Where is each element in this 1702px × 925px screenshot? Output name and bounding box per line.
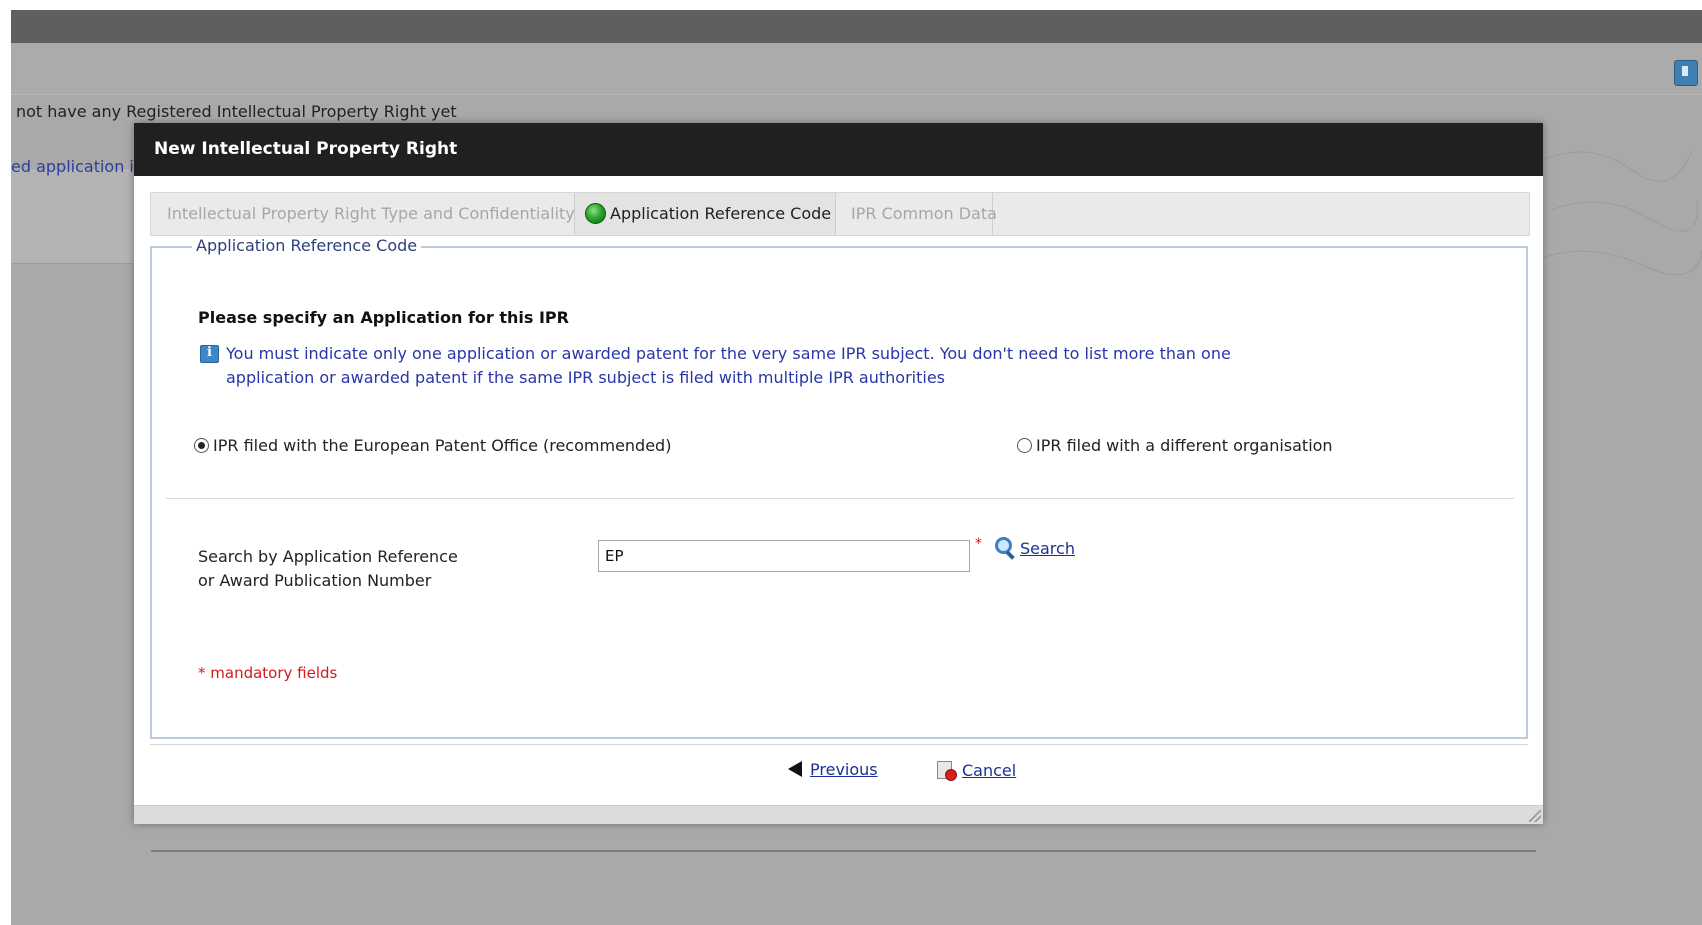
application-reference-fieldset: Application Reference Code Please specif… — [150, 236, 1528, 739]
tab-label: Intellectual Property Right Type and Con… — [167, 204, 575, 223]
search-button[interactable]: Search — [994, 536, 1075, 558]
radio-other-organisation-button[interactable] — [1017, 438, 1032, 453]
background-toolbar-strip — [11, 44, 1702, 95]
radio-other-organisation-label: IPR filed with a different organisation — [1036, 436, 1333, 455]
search-label-line1: Search by Application Reference — [198, 547, 458, 566]
new-ipr-dialog: New Intellectual Property Right Intellec… — [134, 123, 1543, 824]
search-field-label: Search by Application Reference or Award… — [198, 545, 458, 593]
previous-label: Previous — [810, 760, 878, 779]
export-icon[interactable] — [1674, 60, 1698, 86]
tab-ipr-common-data[interactable]: IPR Common Data — [839, 193, 997, 235]
cancel-label: Cancel — [962, 761, 1017, 780]
previous-button[interactable]: Previous — [788, 760, 878, 779]
background-divider — [151, 850, 1536, 852]
search-icon — [994, 536, 1016, 558]
background-sketch — [1536, 149, 1702, 276]
search-label-line2: or Award Publication Number — [198, 571, 432, 590]
cancel-button[interactable]: Cancel — [936, 760, 1017, 781]
resize-grip-icon[interactable] — [1529, 810, 1541, 822]
dialog-header[interactable]: New Intellectual Property Right — [134, 123, 1543, 176]
dialog-footer-bar — [134, 805, 1543, 824]
cancel-icon — [936, 760, 957, 781]
background-top-bar — [11, 10, 1702, 43]
section-divider — [166, 498, 1514, 499]
tab-label: Application Reference Code — [610, 204, 832, 223]
prompt-heading: Please specify an Application for this I… — [198, 308, 569, 327]
application-reference-input[interactable] — [598, 540, 970, 572]
background-row — [11, 170, 136, 264]
info-icon — [200, 345, 219, 363]
radio-epo-option[interactable]: IPR filed with the European Patent Offic… — [194, 436, 671, 455]
info-message: You must indicate only one application o… — [226, 344, 1231, 387]
radio-epo-button[interactable] — [194, 438, 209, 453]
radio-other-organisation-option[interactable]: IPR filed with a different organisation — [1017, 436, 1333, 455]
dialog-title: New Intellectual Property Right — [154, 139, 458, 159]
mandatory-fields-note: * mandatory fields — [198, 664, 338, 682]
tab-ipr-type-confidentiality[interactable]: Intellectual Property Right Type and Con… — [155, 193, 575, 235]
background-notice-text: not have any Registered Intellectual Pro… — [16, 102, 457, 121]
required-marker: * — [975, 536, 982, 552]
wizard-tabs: Intellectual Property Right Type and Con… — [150, 192, 1530, 236]
background-partial-link[interactable]: ed application i — [11, 157, 134, 176]
green-status-icon — [585, 203, 606, 224]
radio-epo-label: IPR filed with the European Patent Offic… — [213, 436, 672, 455]
footer-separator — [150, 744, 1528, 749]
dialog-body: Intellectual Property Right Type and Con… — [134, 176, 1543, 806]
fieldset-legend: Application Reference Code — [192, 236, 422, 255]
tab-application-reference-code[interactable]: Application Reference Code — [574, 193, 836, 235]
search-button-label: Search — [1020, 539, 1075, 558]
arrow-left-icon — [788, 761, 802, 777]
tab-label: IPR Common Data — [851, 204, 997, 223]
